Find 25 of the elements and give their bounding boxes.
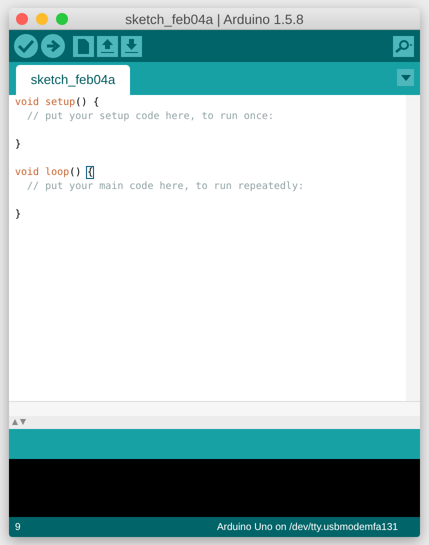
window-title: sketch_feb04a | Arduino 1.5.8: [125, 12, 304, 27]
tab-menu-button[interactable]: [397, 69, 414, 86]
horizontal-scrollbar[interactable]: [9, 401, 420, 416]
code-text: }: [15, 209, 22, 220]
close-button[interactable]: [16, 13, 28, 25]
code-text: () {: [75, 97, 100, 108]
verify-button[interactable]: [14, 34, 38, 58]
code-text: }: [15, 139, 22, 150]
upload-button[interactable]: [41, 34, 65, 58]
monitor-button[interactable]: [393, 36, 414, 56]
line-number: 9: [15, 520, 21, 534]
comment-text: // put your setup code here, to run once:: [26, 111, 274, 122]
matched-bracket: {: [87, 167, 94, 178]
keyword-text: void setup: [15, 97, 76, 108]
code-text: (): [69, 167, 82, 178]
new-button[interactable]: [73, 36, 94, 56]
board-port-label: Arduino Uno on /dev/tty.usbmodemfa131: [216, 520, 398, 534]
splitter-arrows-icon[interactable]: [12, 419, 28, 425]
open-button[interactable]: [97, 36, 118, 56]
zoom-button[interactable]: [56, 13, 68, 25]
save-button[interactable]: [121, 36, 142, 56]
sketch-tab[interactable]: sketch_feb04a: [16, 64, 130, 95]
caret-icon: [400, 74, 410, 80]
keyword-text: void loop: [15, 167, 70, 178]
comment-text: // put your main code here, to run repeatedly:: [26, 181, 304, 192]
